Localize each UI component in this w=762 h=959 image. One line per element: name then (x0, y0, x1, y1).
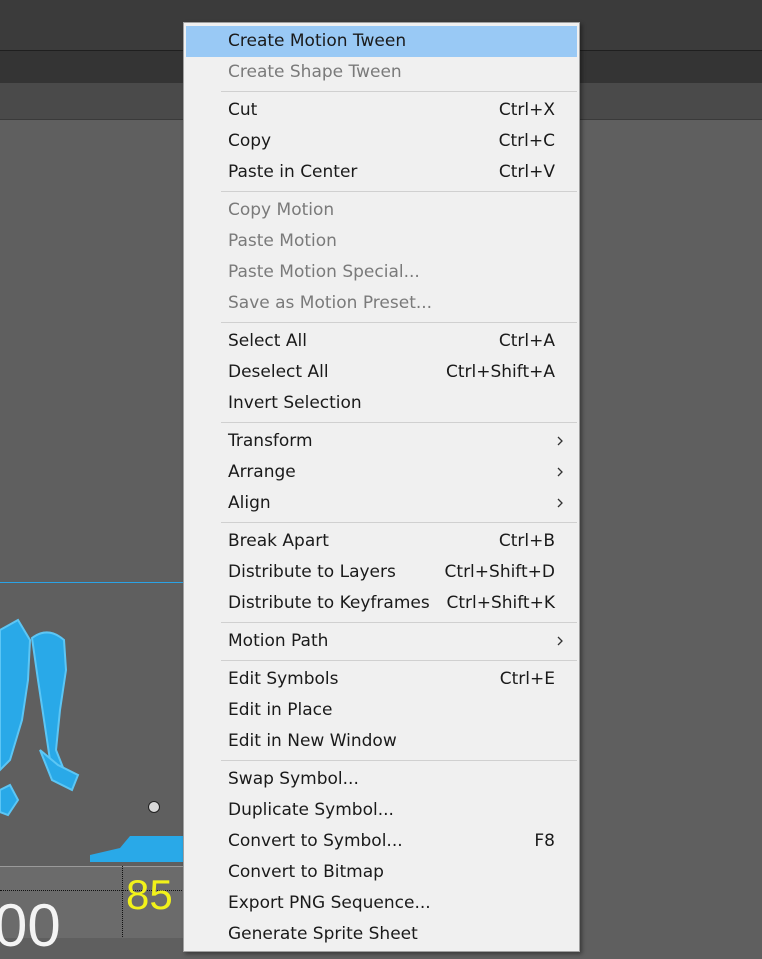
chevron-right-icon (557, 467, 563, 477)
menu-item-shortcut: F8 (534, 831, 555, 851)
menu-item-cut[interactable]: Cut Ctrl+X (186, 95, 577, 126)
menu-item-duplicate-symbol[interactable]: Duplicate Symbol... (186, 795, 577, 826)
menu-item-invert-selection[interactable]: Invert Selection (186, 388, 577, 419)
menu-item-label: Paste Motion (228, 231, 337, 251)
menu-item-deselect-all[interactable]: Deselect All Ctrl+Shift+A (186, 357, 577, 388)
menu-item-edit-in-place[interactable]: Edit in Place (186, 695, 577, 726)
menu-item-label: Distribute to Layers (228, 562, 396, 582)
menu-item-shortcut: Ctrl+Shift+D (444, 562, 555, 582)
menu-item-label: Invert Selection (228, 393, 362, 413)
menu-item-shortcut: Ctrl+Shift+A (445, 362, 555, 382)
menu-item-label: Arrange (228, 462, 296, 482)
menu-item-label: Copy (228, 131, 272, 151)
menu-item-label: Generate Sprite Sheet (228, 924, 418, 944)
menu-item-label: Create Shape Tween (228, 62, 402, 82)
menu-item-label: Create Motion Tween (228, 31, 407, 51)
menu-item-distribute-to-keyframes[interactable]: Distribute to Keyframes Ctrl+Shift+K (186, 588, 577, 619)
menu-item-paste-motion[interactable]: Paste Motion (186, 226, 577, 257)
menu-item-shortcut: Ctrl+A (498, 331, 555, 351)
menu-item-export-png-sequence[interactable]: Export PNG Sequence... (186, 888, 577, 919)
stage-number-white: 00 (0, 892, 61, 959)
menu-item-copy[interactable]: Copy Ctrl+C (186, 126, 577, 157)
stage-guide-line-vertical (122, 866, 123, 937)
transform-point-handle[interactable] (148, 801, 160, 813)
stage-character-artwork[interactable] (0, 600, 184, 880)
menu-item-shortcut: Ctrl+X (498, 100, 555, 120)
menu-item-transform[interactable]: Transform (186, 426, 577, 457)
menu-item-distribute-to-layers[interactable]: Distribute to Layers Ctrl+Shift+D (186, 557, 577, 588)
menu-item-create-motion-tween[interactable]: Create Motion Tween (186, 26, 577, 57)
menu-item-convert-to-symbol[interactable]: Convert to Symbol... F8 (186, 826, 577, 857)
chevron-right-icon (557, 636, 563, 646)
menu-item-edit-in-new-window[interactable]: Edit in New Window (186, 726, 577, 757)
menu-item-label: Motion Path (228, 631, 329, 651)
menu-item-paste-in-center[interactable]: Paste in Center Ctrl+V (186, 157, 577, 188)
menu-item-label: Paste Motion Special... (228, 262, 420, 282)
menu-item-label: Select All (228, 331, 307, 351)
chevron-right-icon (557, 498, 563, 508)
menu-item-convert-to-bitmap[interactable]: Convert to Bitmap (186, 857, 577, 888)
menu-item-label: Edit in New Window (228, 731, 397, 751)
menu-item-label: Save as Motion Preset... (228, 293, 433, 313)
menu-item-break-apart[interactable]: Break Apart Ctrl+B (186, 526, 577, 557)
menu-item-select-all[interactable]: Select All Ctrl+A (186, 326, 577, 357)
menu-item-label: Distribute to Keyframes (228, 593, 430, 613)
menu-item-shortcut: Ctrl+C (498, 131, 555, 151)
stage-boundary-line (0, 582, 184, 583)
menu-item-label: Duplicate Symbol... (228, 800, 394, 820)
menu-separator (221, 91, 577, 92)
menu-item-label: Edit Symbols (228, 669, 339, 689)
menu-item-shortcut: Ctrl+B (498, 531, 555, 551)
menu-item-label: Convert to Bitmap (228, 862, 384, 882)
menu-item-shortcut: Ctrl+E (499, 669, 555, 689)
menu-item-label: Align (228, 493, 271, 513)
menu-item-create-shape-tween[interactable]: Create Shape Tween (186, 57, 577, 88)
menu-item-label: Export PNG Sequence... (228, 893, 431, 913)
menu-item-label: Cut (228, 100, 258, 120)
menu-item-swap-symbol[interactable]: Swap Symbol... (186, 764, 577, 795)
menu-item-arrange[interactable]: Arrange (186, 457, 577, 488)
menu-item-paste-motion-special[interactable]: Paste Motion Special... (186, 257, 577, 288)
menu-item-label: Deselect All (228, 362, 329, 382)
menu-item-label: Swap Symbol... (228, 769, 359, 789)
menu-item-shortcut: Ctrl+V (498, 162, 555, 182)
menu-item-label: Transform (228, 431, 313, 451)
menu-item-label: Edit in Place (228, 700, 333, 720)
menu-separator (221, 660, 577, 661)
stage-number-yellow: 85 (126, 871, 173, 918)
menu-separator (221, 760, 577, 761)
menu-item-shortcut: Ctrl+Shift+K (446, 593, 555, 613)
menu-item-align[interactable]: Align (186, 488, 577, 519)
menu-item-motion-path[interactable]: Motion Path (186, 626, 577, 657)
menu-item-edit-symbols[interactable]: Edit Symbols Ctrl+E (186, 664, 577, 695)
menu-item-label: Paste in Center (228, 162, 358, 182)
menu-separator (221, 422, 577, 423)
chevron-right-icon (557, 436, 563, 446)
menu-separator (221, 322, 577, 323)
menu-item-label: Copy Motion (228, 200, 335, 220)
menu-separator (221, 522, 577, 523)
menu-separator (221, 622, 577, 623)
menu-item-copy-motion[interactable]: Copy Motion (186, 195, 577, 226)
menu-item-save-as-motion-preset[interactable]: Save as Motion Preset... (186, 288, 577, 319)
menu-item-generate-sprite-sheet[interactable]: Generate Sprite Sheet (186, 919, 577, 950)
menu-item-label: Convert to Symbol... (228, 831, 403, 851)
menu-item-label: Break Apart (228, 531, 329, 551)
context-menu: Create Motion Tween Create Shape Tween Cut… (183, 22, 580, 952)
menu-separator (221, 191, 577, 192)
